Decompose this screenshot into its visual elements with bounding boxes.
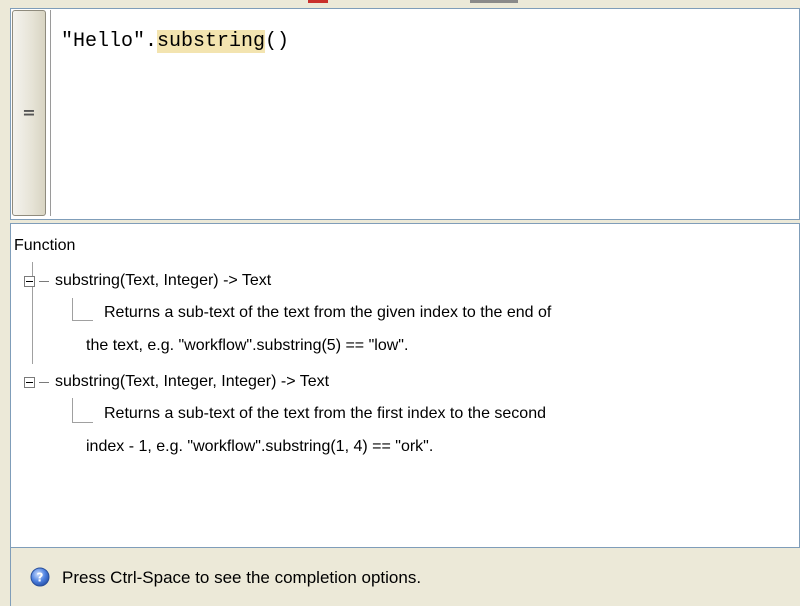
help-info-icon: ? [30,567,50,587]
tree-node-substring-2[interactable]: substring(Text, Integer, Integer) -> Tex… [24,373,329,391]
description-connector [72,398,93,423]
svg-text:?: ? [37,571,44,585]
function-description-line: Returns a sub-text of the text from the … [104,304,552,321]
function-description-line: index - 1, e.g. "workflow".substring(1, … [86,438,434,455]
equals-button[interactable]: = [12,10,46,216]
function-signature: substring(Text, Integer) -> Text [55,272,272,289]
function-description-line: Returns a sub-text of the text from the … [104,405,546,422]
code-parens: () [265,30,290,53]
code-string-literal: "Hello". [61,30,158,53]
function-description-line: the text, e.g. "workflow".substring(5) =… [86,337,409,354]
equals-icon: = [22,103,36,122]
window-top-strip [0,0,800,8]
expression-input[interactable]: "Hello".substring() [50,10,798,216]
tree-branch [39,280,49,282]
code-method-highlight: substring [157,30,266,53]
description-connector [72,298,93,321]
help-section-title: Function [14,237,76,254]
collapse-icon[interactable] [24,376,35,388]
minus-icon [26,280,33,282]
tree-branch [39,381,49,383]
minus-icon [26,381,33,383]
top-red-marker [308,0,328,3]
collapse-icon[interactable] [24,275,35,287]
function-signature: substring(Text, Integer, Integer) -> Tex… [55,373,330,390]
top-title-fragment [470,0,518,3]
tree-node-substring-1[interactable]: substring(Text, Integer) -> Text [24,272,271,290]
status-message: Press Ctrl-Space to see the completion o… [62,568,422,587]
